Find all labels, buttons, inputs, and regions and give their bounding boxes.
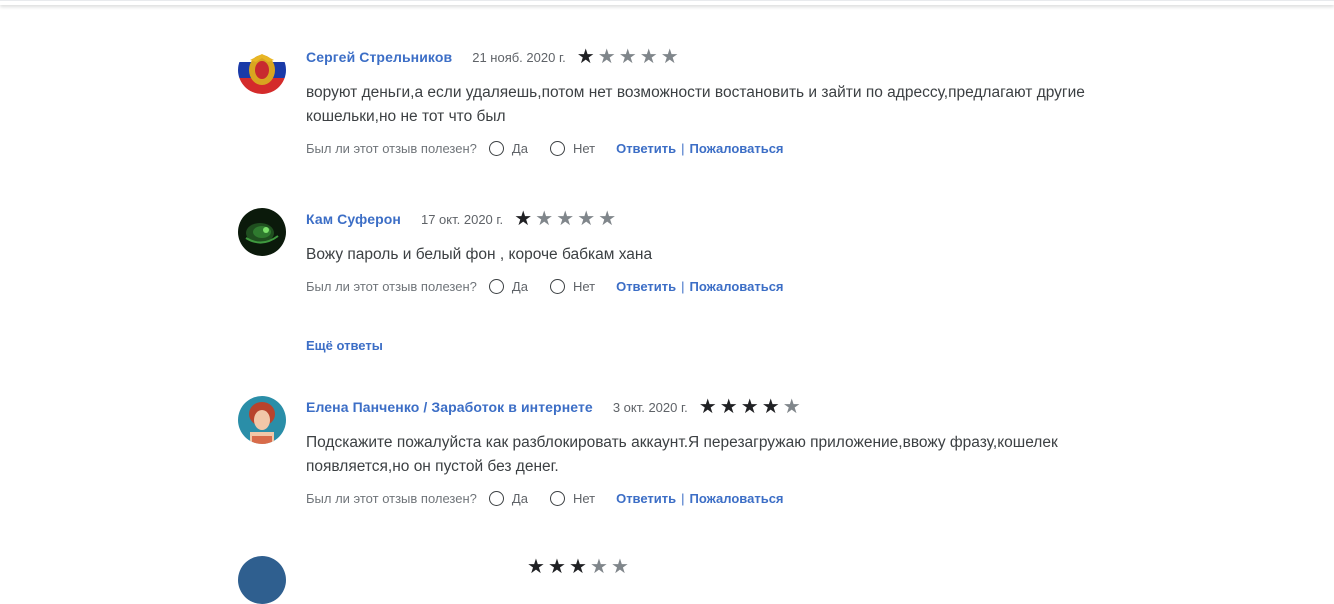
link-separator: |	[681, 490, 685, 506]
star-icon: ★	[782, 396, 801, 418]
helpful-no-option[interactable]: Нет	[549, 140, 596, 156]
yes-label: Да	[511, 140, 528, 156]
star-icon: ★	[569, 556, 587, 578]
review-text: Подскажите пожалуйста как разблокировать…	[306, 434, 1058, 475]
star-icon: ★	[761, 396, 780, 418]
star-icon: ★	[576, 46, 595, 68]
star-icon: ★	[514, 208, 533, 230]
radio-icon[interactable]	[488, 490, 504, 506]
star-icon: ★	[719, 396, 738, 418]
star-icon: ★	[527, 556, 545, 578]
star-icon: ★	[660, 46, 679, 68]
star-icon: ★	[611, 556, 629, 578]
star-icon: ★	[590, 556, 608, 578]
review-text: Вожу пароль и белый фон , короче бабкам …	[306, 246, 653, 263]
helpful-yes-option[interactable]: Да	[488, 140, 528, 156]
avatar-image	[238, 208, 286, 256]
top-divider	[0, 0, 1334, 1]
review-header: Елена Панченко / Заработок в интернете 3…	[306, 396, 802, 418]
author-name[interactable]: Сергей Стрельников	[306, 49, 452, 65]
star-rating: ★ ★ ★ ★ ★	[513, 209, 617, 229]
no-label: Нет	[572, 140, 596, 156]
star-icon: ★	[698, 396, 717, 418]
author-name[interactable]: Елена Панченко / Заработок в интернете	[306, 399, 593, 415]
star-rating-partial: ★ ★ ★ ★ ★	[516, 556, 630, 578]
star-icon: ★	[597, 46, 616, 68]
top-bar	[0, 0, 1334, 5]
helpful-no-option[interactable]: Нет	[549, 490, 596, 506]
reply-link[interactable]: Ответить	[616, 279, 676, 294]
helpful-question: Был ли этот отзыв полезен?	[306, 278, 477, 294]
link-separator: |	[681, 140, 685, 156]
yes-label: Да	[511, 278, 528, 294]
star-icon: ★	[577, 208, 596, 230]
star-rating: ★ ★ ★ ★ ★	[526, 557, 630, 577]
avatar-image	[238, 46, 286, 94]
radio-icon[interactable]	[549, 278, 565, 294]
avatar	[238, 208, 286, 256]
review-text: воруют деньги,а если удаляешь,потом нет …	[306, 84, 1085, 125]
reply-link[interactable]: Ответить	[616, 141, 676, 156]
helpful-question: Был ли этот отзыв полезен?	[306, 490, 477, 506]
avatar	[238, 396, 286, 444]
radio-icon[interactable]	[488, 140, 504, 156]
review-date: 3 окт. 2020 г.	[612, 399, 688, 415]
yes-label: Да	[511, 490, 528, 506]
no-label: Нет	[572, 490, 596, 506]
review-date: 21 нояб. 2020 г.	[472, 49, 566, 65]
star-rating: ★ ★ ★ ★ ★	[576, 47, 680, 67]
star-icon: ★	[639, 46, 658, 68]
radio-icon[interactable]	[549, 490, 565, 506]
review-header: Сергей Стрельников 21 нояб. 2020 г. ★ ★ …	[306, 46, 680, 68]
helpful-no-option[interactable]: Нет	[549, 278, 596, 294]
star-icon: ★	[556, 208, 575, 230]
review-footer: Был ли этот отзыв полезен? Да Нет Ответи…	[306, 488, 784, 508]
star-icon: ★	[535, 208, 554, 230]
star-icon: ★	[598, 208, 617, 230]
link-separator: |	[681, 278, 685, 294]
report-link[interactable]: Пожаловаться	[690, 491, 784, 506]
report-link[interactable]: Пожаловаться	[690, 279, 784, 294]
star-icon: ★	[740, 396, 759, 418]
helpful-yes-option[interactable]: Да	[488, 278, 528, 294]
radio-icon[interactable]	[549, 140, 565, 156]
review-header: Кам Суферон 17 окт. 2020 г. ★ ★ ★ ★ ★	[306, 208, 617, 230]
more-replies-link[interactable]: Ещё ответы	[306, 338, 383, 353]
avatar-image	[238, 396, 286, 444]
no-label: Нет	[572, 278, 596, 294]
star-icon: ★	[548, 556, 566, 578]
avatar	[238, 556, 286, 604]
star-icon: ★	[618, 46, 637, 68]
review-footer: Был ли этот отзыв полезен? Да Нет Ответи…	[306, 138, 784, 158]
review-date: 17 окт. 2020 г.	[420, 211, 504, 227]
author-name[interactable]: Кам Суферон	[306, 211, 401, 227]
radio-icon[interactable]	[488, 278, 504, 294]
star-rating: ★ ★ ★ ★ ★	[698, 397, 802, 417]
helpful-yes-option[interactable]: Да	[488, 490, 528, 506]
avatar	[238, 46, 286, 94]
report-link[interactable]: Пожаловаться	[690, 141, 784, 156]
review-footer: Был ли этот отзыв полезен? Да Нет Ответи…	[306, 276, 784, 296]
reply-link[interactable]: Ответить	[616, 491, 676, 506]
helpful-question: Был ли этот отзыв полезен?	[306, 140, 477, 156]
